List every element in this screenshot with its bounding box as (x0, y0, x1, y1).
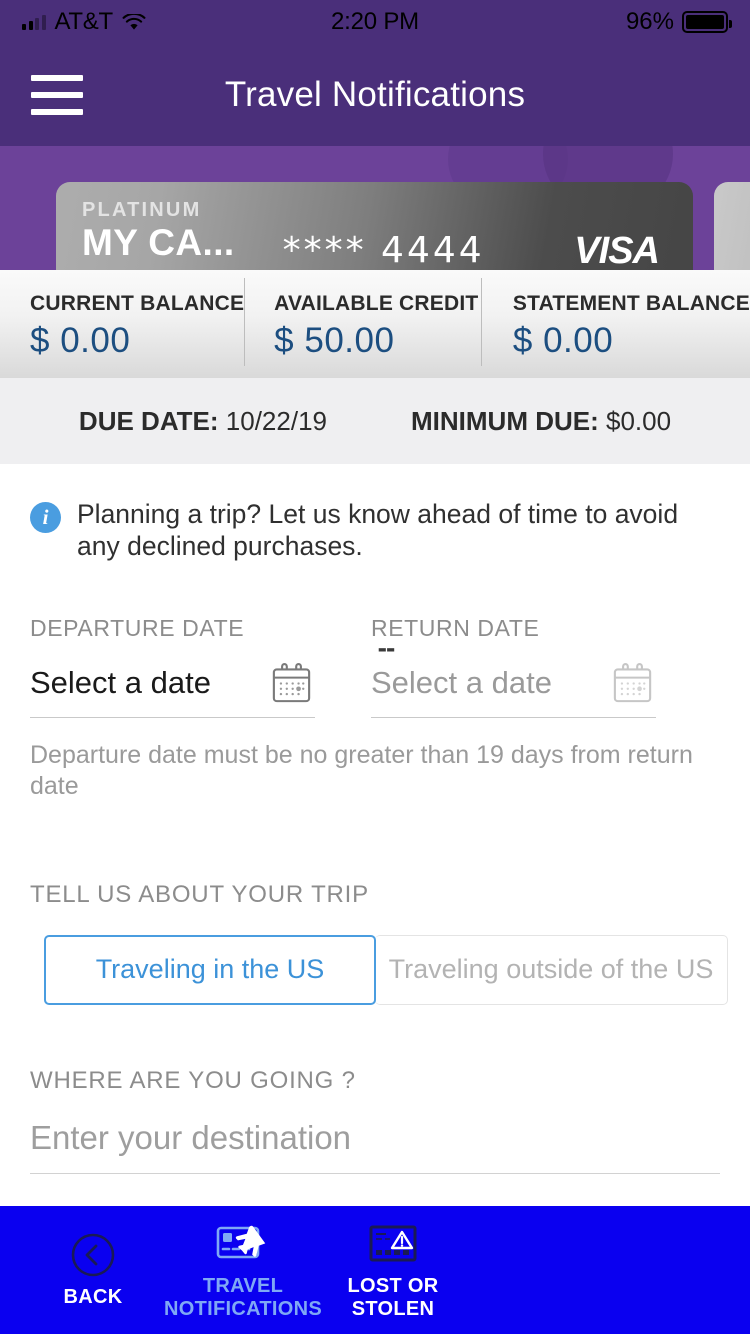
hamburger-menu-icon[interactable] (31, 75, 83, 115)
minimum-due-label: MINIMUM DUE: (411, 405, 599, 436)
destination-field[interactable] (30, 1118, 720, 1174)
balance-available-credit: AVAILABLE CREDIT $ 50.00 (244, 270, 481, 378)
due-date-label: DUE DATE: (78, 405, 219, 436)
card-airplane-icon (215, 1220, 271, 1268)
battery-icon (682, 11, 732, 33)
credit-card-next[interactable] (714, 182, 750, 270)
balance-label: AVAILABLE CREDIT (274, 292, 479, 315)
minimum-due-value: $0.00 (606, 405, 672, 436)
app-header: Travel Notifications (0, 44, 750, 146)
balance-label: CURRENT BALANCE (30, 292, 245, 315)
calendar-icon[interactable] (609, 660, 656, 707)
tab-label-line2: STOLEN (351, 1297, 435, 1320)
tab-label: LOST OR STOLEN (348, 1275, 439, 1321)
trip-option-in-us[interactable]: Traveling in the US (44, 934, 376, 1005)
departure-date-label: DEPARTURE DATE (30, 614, 245, 641)
balance-label: STATEMENT BALANCE (512, 292, 750, 315)
balance-current: CURRENT BALANCE $ 0.00 (0, 270, 244, 378)
destination-label: WHERE ARE YOU GOING ? (30, 1066, 356, 1094)
tab-lost-or-stolen[interactable]: LOST OR STOLEN (318, 1220, 468, 1321)
destination-input[interactable] (30, 1118, 720, 1157)
info-banner: i Planning a trip? Let us know ahead of … (0, 464, 750, 563)
card-nickname-label: MY CA... (82, 222, 235, 263)
status-bar: AT&T 2:20 PM 96% (0, 0, 750, 44)
balance-value: $ 0.00 (512, 321, 614, 360)
visa-logo: VISA (574, 230, 660, 270)
bottom-navigation: BACK TRAVEL NOTIFICATIONS LOST OR STOLEN (0, 1206, 750, 1334)
tab-label-line2: NOTIFICATIONS (164, 1297, 322, 1320)
minimum-due-group: MINIMUM DUE: $0.00 (411, 406, 671, 437)
clock-label: 2:20 PM (331, 8, 419, 35)
card-warning-icon (368, 1220, 418, 1268)
card-carousel[interactable]: PLATINUM MY CA... **** 4444 VISA (0, 146, 750, 270)
tab-label: BACK (63, 1286, 123, 1308)
date-help-text: Departure date must be no greater than 1… (30, 740, 693, 801)
page-title: Travel Notifications (224, 75, 526, 114)
card-tier-label: PLATINUM (82, 199, 202, 221)
tab-label: TRAVEL NOTIFICATIONS (164, 1275, 322, 1321)
balance-value: $ 0.00 (30, 321, 131, 360)
info-banner-text: Planning a trip? Let us know ahead of ti… (77, 499, 679, 562)
tab-label-line1: TRAVEL (202, 1274, 284, 1297)
credit-card[interactable]: PLATINUM MY CA... **** 4444 VISA (56, 182, 693, 270)
card-number-label: **** 4444 (282, 230, 485, 270)
due-summary-bar: DUE DATE: 10/22/19 MINIMUM DUE: $0.00 (0, 378, 750, 464)
return-date-input[interactable]: Select a date (371, 660, 656, 718)
app-screen: AT&T 2:20 PM 96% Travel Notifications PL… (0, 0, 750, 1334)
tab-travel-notifications[interactable]: TRAVEL NOTIFICATIONS (164, 1220, 322, 1321)
balance-summary: CURRENT BALANCE $ 0.00 AVAILABLE CREDIT … (0, 270, 750, 378)
tab-back[interactable]: BACK (18, 1231, 168, 1309)
trip-type-toggle: Traveling in the US Traveling outside of… (44, 934, 728, 1005)
trip-section-label: TELL US ABOUT YOUR TRIP (30, 880, 369, 908)
due-date-value: 10/22/19 (225, 405, 327, 436)
date-range-separator: -- (377, 631, 396, 663)
calendar-icon[interactable] (268, 660, 315, 707)
departure-date-value: Select a date (30, 665, 211, 701)
due-date-group: DUE DATE: 10/22/19 (79, 406, 327, 437)
date-range-section: DEPARTURE DATE Select a date RETURN DATE… (0, 563, 750, 718)
tab-label-line1: LOST OR (347, 1274, 439, 1297)
chevron-left-circle-icon (70, 1231, 116, 1279)
departure-date-input[interactable]: Select a date (30, 660, 315, 718)
info-icon: i (30, 502, 61, 533)
card-identity: PLATINUM MY CA... (82, 200, 235, 263)
balance-value: $ 50.00 (274, 321, 395, 360)
departure-date-group: DEPARTURE DATE Select a date (30, 615, 315, 718)
balance-statement: STATEMENT BALANCE $ 0.00 (480, 270, 750, 378)
return-date-group: RETURN DATE Select a date (371, 615, 656, 718)
return-date-value: Select a date (371, 665, 552, 701)
trip-option-outside-us[interactable]: Traveling outside of the US (375, 934, 728, 1005)
